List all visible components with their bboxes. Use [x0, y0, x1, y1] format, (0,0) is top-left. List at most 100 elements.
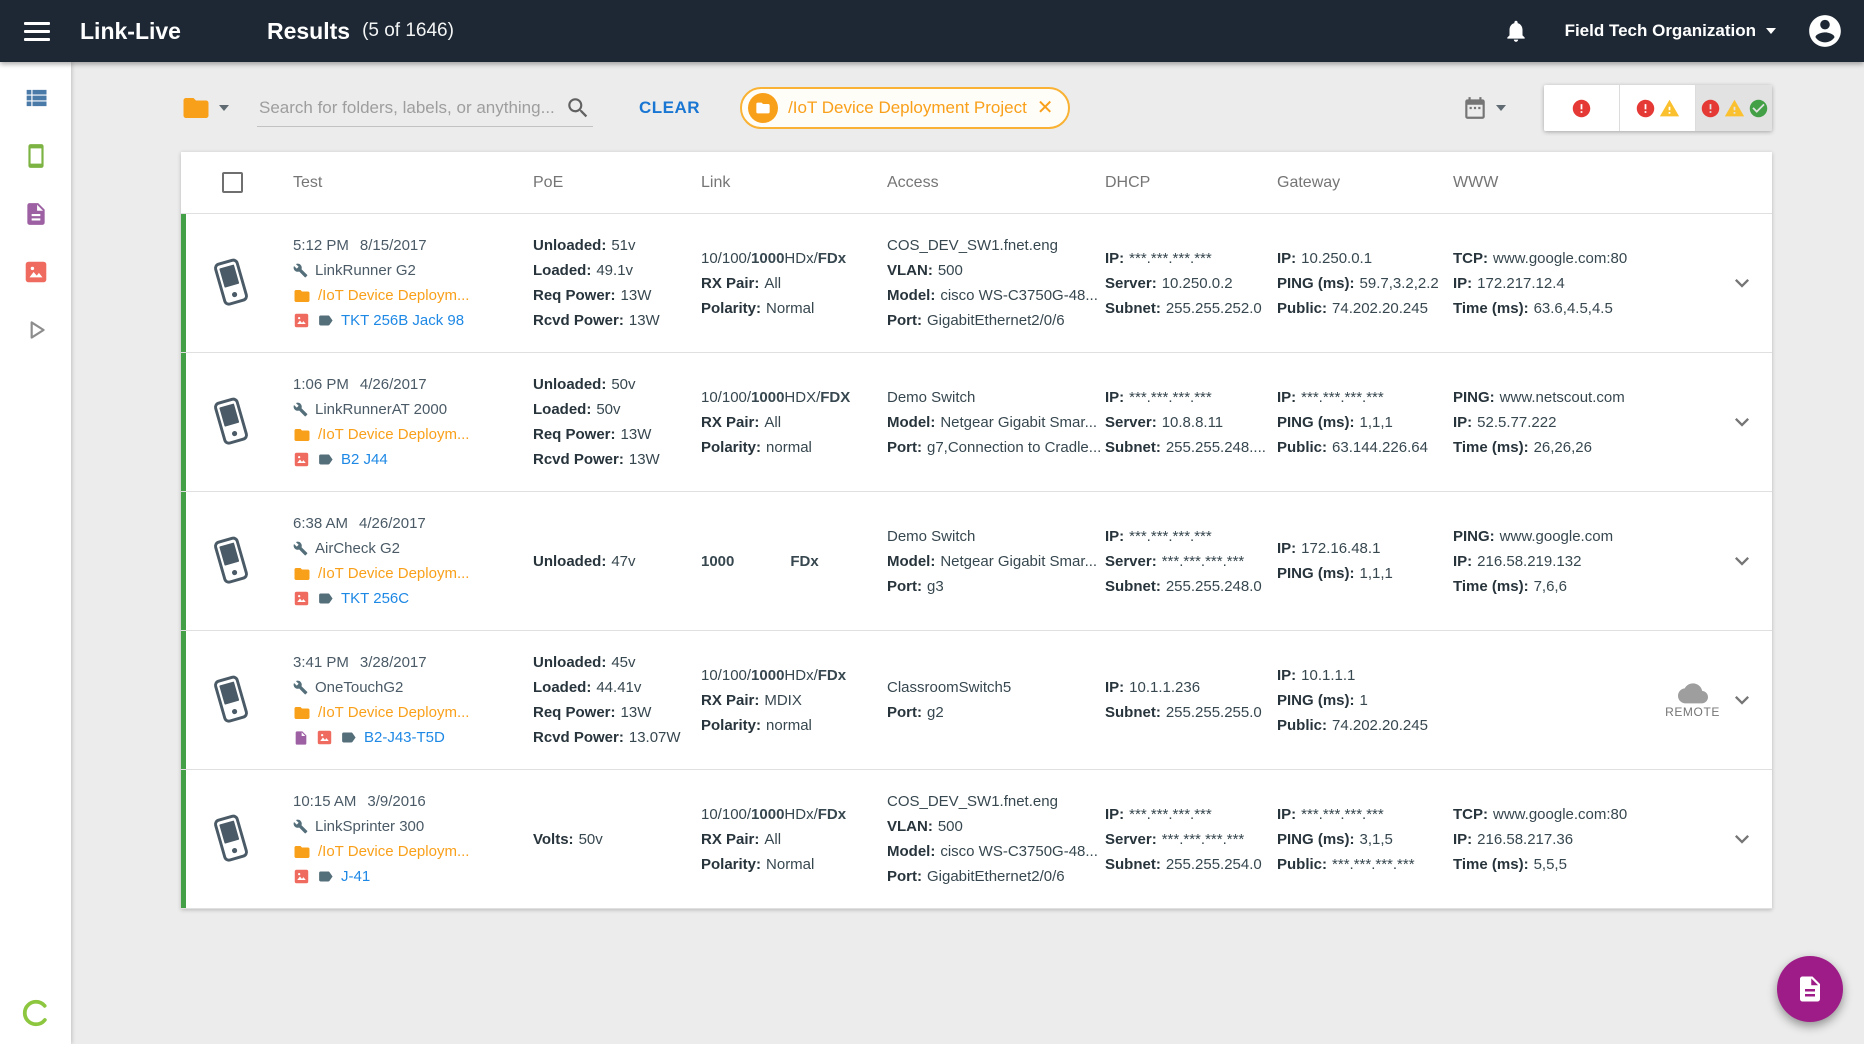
- org-selector[interactable]: Field Tech Organization: [1565, 21, 1776, 41]
- data-line: Demo Switch: [887, 524, 1093, 549]
- label-line[interactable]: J-41: [293, 864, 521, 889]
- data-line: Subnet: 255.255.252.0: [1105, 296, 1265, 321]
- field-value: All: [764, 413, 782, 431]
- label-line[interactable]: TKT 256B Jack 98: [293, 308, 521, 333]
- table-row[interactable]: 6:38 AM 4/26/2017 AirCheck G2/IoT Device D…: [181, 492, 1772, 631]
- device-image-cell: [181, 214, 293, 352]
- chevron-down-icon[interactable]: [1728, 269, 1756, 297]
- field-label: PING:: [1453, 388, 1495, 406]
- close-icon[interactable]: ✕: [1037, 98, 1054, 118]
- chevron-down-icon[interactable]: [1728, 686, 1756, 714]
- chevron-down-icon[interactable]: [1728, 408, 1756, 436]
- field-label: IP:: [1453, 552, 1473, 570]
- caret-down-icon: [1496, 105, 1506, 111]
- error-status-icon: [1635, 98, 1656, 119]
- field-label: Server:: [1105, 830, 1157, 848]
- label-line[interactable]: B2 J44: [293, 447, 521, 472]
- device-icon: [210, 814, 252, 864]
- data-line: Req Power: 13W: [533, 422, 689, 447]
- table-row[interactable]: 1:06 PM 4/26/2017 LinkRunnerAT 2000/IoT De…: [181, 353, 1772, 492]
- data-line: Public: ***.***.***.***: [1277, 852, 1441, 877]
- device-image-cell: [181, 631, 293, 769]
- field-value: www.google.com:80: [1493, 249, 1628, 267]
- link-cell: 10/100/1000 HDx/FDx RX Pair: MDIX Polarity: n…: [701, 631, 887, 769]
- data-line: Subnet: 255.255.255.0: [1105, 700, 1265, 725]
- warning-status-icon: [1659, 98, 1680, 119]
- field-value: 255.255.254.0: [1165, 855, 1262, 873]
- caret-down-icon: [1766, 28, 1776, 34]
- date-filter-dropdown[interactable]: [1462, 95, 1506, 121]
- row-actions: [1660, 492, 1772, 630]
- table-row[interactable]: 3:41 PM 3/28/2017 OneTouchG2/IoT Device De…: [181, 631, 1772, 770]
- table-row[interactable]: 10:15 AM 3/9/2016 LinkSprinter 300/IoT Dev…: [181, 770, 1772, 909]
- search-input[interactable]: [259, 97, 565, 118]
- test-cell: 1:06 PM 4/26/2017 LinkRunnerAT 2000/IoT De…: [293, 353, 533, 491]
- field-label: VLAN:: [887, 262, 933, 279]
- status-filter-toggle-2[interactable]: [1696, 85, 1772, 131]
- field-value: 13W: [620, 287, 652, 304]
- status-filter-toggle-1[interactable]: [1620, 85, 1696, 131]
- select-all-checkbox[interactable]: [221, 172, 243, 193]
- data-line: PING (ms): 1,1,1: [1277, 410, 1441, 435]
- field-label: Time (ms):: [1453, 438, 1529, 456]
- www-cell: [1453, 631, 1660, 769]
- field-label: Server:: [1105, 552, 1157, 570]
- data-line: VLAN: 500: [887, 814, 1093, 839]
- access-cell: ClassroomSwitch5 Port: g2: [887, 631, 1105, 769]
- folder-line[interactable]: /IoT Device Deploym...: [293, 422, 521, 447]
- field-label: Subnet:: [1105, 704, 1161, 721]
- field-value: 52.5.77.222: [1477, 413, 1557, 431]
- device-name-line: OneTouchG2: [293, 675, 521, 700]
- data-line: Rcvd Power: 13W: [533, 308, 689, 333]
- folder-icon: [748, 93, 779, 123]
- folder-line[interactable]: /IoT Device Deploym...: [293, 839, 521, 864]
- account-icon[interactable]: [1806, 12, 1844, 50]
- device-name: LinkRunner G2: [315, 262, 416, 279]
- label-line[interactable]: TKT 256C: [293, 586, 521, 611]
- result-timestamp: 10:15 AM 3/9/2016: [293, 789, 521, 814]
- chevron-down-icon[interactable]: [1728, 547, 1756, 575]
- data-line: IP: 10.250.0.1: [1277, 246, 1441, 271]
- clear-filters-button[interactable]: CLEAR: [639, 98, 700, 118]
- sidebar-item-play[interactable]: [14, 308, 58, 352]
- chevron-down-icon[interactable]: [1728, 825, 1756, 853]
- data-line: PING (ms): 1,1,1: [1277, 561, 1441, 586]
- image-icon: [293, 868, 310, 885]
- www-cell: PING: www.google.com IP: 216.58.219.132 Time…: [1453, 492, 1660, 630]
- error-status-icon: [1700, 98, 1721, 119]
- field-value: normal: [766, 438, 812, 456]
- label-line[interactable]: B2-J43-T5D: [293, 725, 521, 750]
- status-filter-toggle-0[interactable]: [1544, 85, 1620, 131]
- result-label: J-41: [341, 868, 371, 885]
- sidebar-item-devices[interactable]: [14, 134, 58, 178]
- sidebar-item-results[interactable]: [14, 76, 58, 120]
- filter-chip-project[interactable]: /IoT Device Deployment Project ✕: [740, 87, 1070, 129]
- org-name: Field Tech Organization: [1564, 21, 1756, 40]
- column-header-access: Access: [887, 173, 939, 191]
- folder-line[interactable]: /IoT Device Deploym...: [293, 700, 521, 725]
- table-row[interactable]: 5:12 PM 8/15/2017 LinkRunner G2/IoT Device…: [181, 214, 1772, 353]
- field-value: 49.1v: [596, 262, 634, 279]
- sidebar-item-media[interactable]: [14, 250, 58, 294]
- folder-line[interactable]: /IoT Device Deploym...: [293, 283, 521, 308]
- menu-button[interactable]: [24, 21, 50, 41]
- field-label: Polarity:: [701, 438, 762, 456]
- field-label: Time (ms):: [1453, 577, 1529, 595]
- data-line: Port: GigabitEthernet2/0/6: [887, 864, 1093, 889]
- row-actions: REMOTE: [1660, 631, 1772, 769]
- folder-filter-dropdown[interactable]: [181, 93, 229, 123]
- search-icon[interactable]: [565, 95, 591, 121]
- create-report-fab[interactable]: [1777, 956, 1843, 1022]
- field-value: 500: [937, 818, 963, 835]
- field-value: 10.1.1.1: [1301, 666, 1356, 684]
- bell-icon[interactable]: [1503, 18, 1529, 44]
- gateway-cell: IP: 10.1.1.1 PING (ms): 1 Public: 74.202.20.2…: [1277, 631, 1453, 769]
- folder-line[interactable]: /IoT Device Deploym...: [293, 561, 521, 586]
- device-icon: [210, 536, 252, 586]
- topbar: Link-Live Results (5 of 1646) Field Tech…: [0, 0, 1864, 62]
- data-line: Model: Netgear Gigabit Smar...: [887, 549, 1097, 574]
- field-label: Time (ms):: [1453, 855, 1529, 873]
- link-speed-line: 10/100/1000 HDx/FDx: [701, 666, 847, 684]
- folder-path: /IoT Device Deploym...: [318, 704, 470, 721]
- sidebar-item-reports[interactable]: [14, 192, 58, 236]
